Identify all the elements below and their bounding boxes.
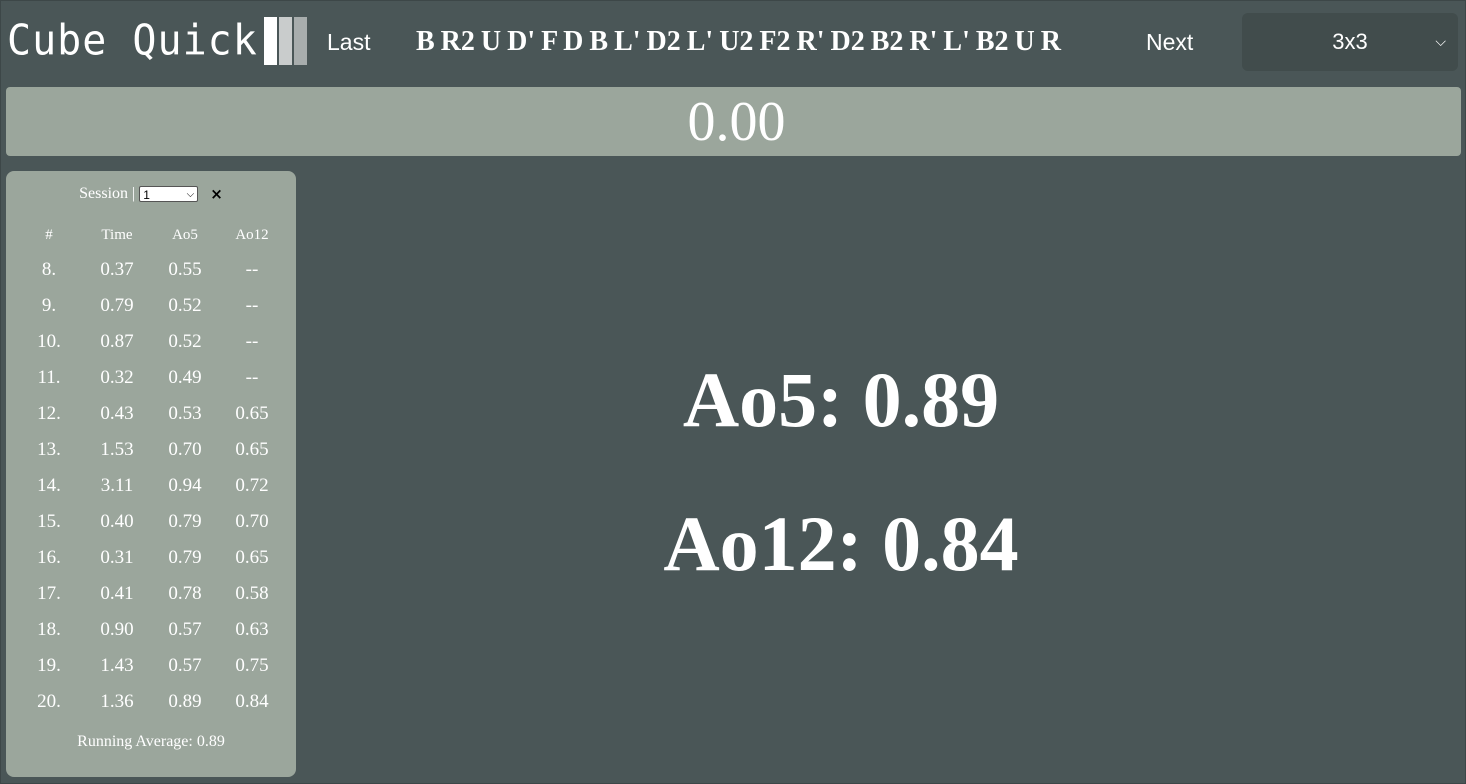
- times-sidebar: Session | 1 ⌵ × # Time Ao5 Ao12 8. 0.37 0.…: [6, 171, 296, 777]
- header: Cube Quick Last B R2 U D' F D B L' D2 L'…: [1, 1, 1466, 83]
- solve-ao5: 0.94: [168, 475, 202, 496]
- solve-number: 14.: [37, 475, 61, 496]
- solve-ao5: 0.55: [168, 259, 202, 280]
- running-average: Running Average: 0.89: [77, 733, 225, 750]
- solve-ao5: 0.49: [168, 367, 202, 388]
- session-select[interactable]: 1 ⌵: [139, 186, 199, 202]
- logo-bars-icon: [263, 17, 309, 65]
- table-row[interactable]: 19. 1.43 0.57 0.75: [6, 648, 296, 684]
- puzzle-type-value: 3x3: [1332, 29, 1368, 54]
- times-table-header: # Time Ao5 Ao12: [6, 227, 296, 247]
- solve-ao12: --: [245, 331, 259, 352]
- chevron-down-icon: ⌵: [186, 189, 195, 200]
- solve-number: 10.: [37, 331, 61, 352]
- session-label: Session |: [79, 185, 136, 202]
- column-header-number: #: [45, 227, 53, 243]
- app-page: Cube Quick Last B R2 U D' F D B L' D2 L'…: [0, 0, 1466, 784]
- solve-time: 0.43: [100, 403, 134, 424]
- solve-ao12: 0.65: [235, 439, 269, 460]
- solve-number: 19.: [37, 655, 61, 676]
- solve-number: 18.: [37, 619, 61, 640]
- session-row: Session | 1 ⌵ ×: [6, 185, 296, 203]
- table-row[interactable]: 13. 1.53 0.70 0.65: [6, 432, 296, 468]
- table-row[interactable]: 20. 1.36 0.89 0.84: [6, 684, 296, 720]
- logo-bar: [293, 17, 307, 65]
- solve-ao5: 0.79: [168, 547, 202, 568]
- column-header-ao12: Ao12: [235, 227, 269, 243]
- solve-time: 0.40: [100, 511, 134, 532]
- table-row[interactable]: 14. 3.11 0.94 0.72: [6, 468, 296, 504]
- timer-display[interactable]: 0.00: [6, 87, 1461, 156]
- solve-ao12: 0.70: [235, 511, 269, 532]
- solve-ao12: 0.65: [235, 547, 269, 568]
- logo-text: Cube Quick: [7, 16, 258, 66]
- solve-number: 20.: [37, 691, 61, 712]
- solve-number: 16.: [37, 547, 61, 568]
- solve-ao12: 0.75: [235, 655, 269, 676]
- table-row[interactable]: 17. 0.41 0.78 0.58: [6, 576, 296, 612]
- solve-ao12: --: [245, 367, 259, 388]
- column-header-ao5: Ao5: [172, 227, 198, 243]
- column-header-time: Time: [101, 227, 133, 243]
- solve-number: 13.: [37, 439, 61, 460]
- solve-time: 0.79: [100, 295, 134, 316]
- logo-bar: [278, 17, 292, 65]
- solve-time: 0.41: [100, 583, 134, 604]
- table-row[interactable]: 8. 0.37 0.55 --: [6, 259, 296, 288]
- scramble-text: B R2 U D' F D B L' D2 L' U2 F2 R' D2 B2 …: [416, 26, 1062, 57]
- solve-ao5: 0.70: [168, 439, 202, 460]
- solve-ao5: 0.53: [168, 403, 202, 424]
- puzzle-type-select[interactable]: 3x3 ⌵: [1242, 13, 1458, 71]
- solve-number: 9.: [41, 295, 57, 316]
- solve-time: 1.36: [100, 691, 134, 712]
- solve-ao12: --: [245, 295, 259, 316]
- solve-time: 0.90: [100, 619, 134, 640]
- times-table-body[interactable]: 8. 0.37 0.55 -- 9. 0.79 0.52 -- 10. 0.87 0.52 -- 11.…: [6, 259, 296, 721]
- solve-ao5: 0.78: [168, 583, 202, 604]
- main-stats: Ao5: 0.89 Ao12: 0.84: [301, 161, 1381, 781]
- logo: Cube Quick: [7, 15, 309, 67]
- last-scramble-link[interactable]: Last: [327, 27, 370, 57]
- logo-bar: [263, 17, 277, 65]
- session-select-value: 1: [143, 188, 150, 202]
- solve-ao12: 0.84: [235, 691, 269, 712]
- solve-ao12: --: [245, 259, 259, 280]
- table-row[interactable]: 12. 0.43 0.53 0.65: [6, 396, 296, 432]
- next-scramble-link[interactable]: Next: [1146, 27, 1193, 57]
- solve-time: 0.37: [100, 259, 134, 280]
- solve-number: 11.: [37, 367, 61, 388]
- solve-time: 1.43: [100, 655, 134, 676]
- ao12-stat: Ao12: 0.84: [663, 500, 1019, 587]
- solve-time: 0.31: [100, 547, 134, 568]
- solve-ao12: 0.72: [235, 475, 269, 496]
- solve-ao5: 0.52: [168, 295, 202, 316]
- solve-ao12: 0.58: [235, 583, 269, 604]
- solve-ao5: 0.52: [168, 331, 202, 352]
- solve-number: 12.: [37, 403, 61, 424]
- table-row[interactable]: 11. 0.32 0.49 --: [6, 360, 296, 396]
- solve-number: 15.: [37, 511, 61, 532]
- table-row[interactable]: 9. 0.79 0.52 --: [6, 288, 296, 324]
- solve-ao5: 0.89: [168, 691, 202, 712]
- solve-time: 3.11: [100, 475, 134, 496]
- solve-ao5: 0.57: [168, 655, 202, 676]
- table-row[interactable]: 18. 0.90 0.57 0.63: [6, 612, 296, 648]
- table-row[interactable]: 15. 0.40 0.79 0.70: [6, 504, 296, 540]
- solve-ao5: 0.79: [168, 511, 202, 532]
- chevron-down-icon: ⌵: [1435, 33, 1446, 49]
- solve-time: 0.32: [100, 367, 134, 388]
- solve-number: 8.: [41, 259, 57, 280]
- solve-ao5: 0.57: [168, 619, 202, 640]
- solve-time: 0.87: [100, 331, 134, 352]
- close-icon[interactable]: ×: [210, 185, 223, 203]
- solve-ao12: 0.63: [235, 619, 269, 640]
- ao5-stat: Ao5: 0.89: [682, 356, 1000, 443]
- times-list: 8. 0.37 0.55 -- 9. 0.79 0.52 -- 10. 0.87 0.52 -- 11.…: [6, 259, 296, 720]
- timer-value: 0.00: [687, 90, 786, 153]
- solve-time: 1.53: [100, 439, 134, 460]
- solve-number: 17.: [37, 583, 61, 604]
- table-row[interactable]: 10. 0.87 0.52 --: [6, 324, 296, 360]
- solve-ao12: 0.65: [235, 403, 269, 424]
- table-row[interactable]: 16. 0.31 0.79 0.65: [6, 540, 296, 576]
